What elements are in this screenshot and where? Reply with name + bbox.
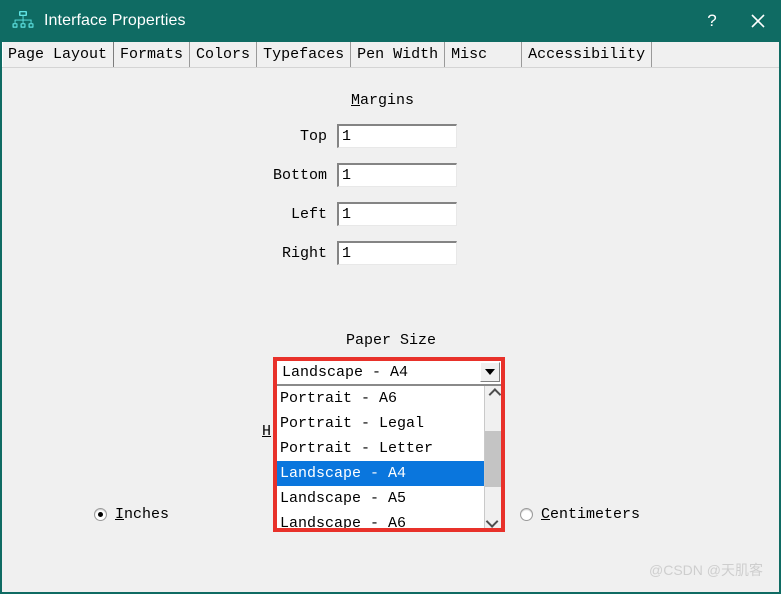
margin-left-input[interactable] <box>337 202 457 226</box>
paper-size-combo-wrap: Landscape - A4 <box>275 359 503 385</box>
obscured-height-label: H <box>262 423 271 440</box>
paper-size-combobox[interactable]: Landscape - A4 <box>275 359 503 385</box>
radio-inches-indicator[interactable] <box>94 508 107 521</box>
margins-group-title: Margins <box>351 92 414 109</box>
margin-row-top: Top <box>247 124 457 148</box>
margin-right-input[interactable] <box>337 241 457 265</box>
scroll-down-icon[interactable] <box>485 513 502 530</box>
margin-bottom-label: Bottom <box>272 166 327 184</box>
margin-right-label: Right <box>281 244 327 262</box>
close-button[interactable] <box>735 0 781 42</box>
interface-properties-window: Interface Properties ? Page Layout Forma… <box>0 0 781 594</box>
hierarchy-icon <box>12 11 34 28</box>
tab-accessibility[interactable]: Accessibility <box>522 42 653 67</box>
margin-row-right: Right <box>247 241 457 265</box>
margins-title-mnemonic: M <box>351 92 361 109</box>
margin-top-input[interactable] <box>337 124 457 148</box>
obscured-label-mnemonic: H <box>262 423 272 440</box>
screenshot-root: Interface Properties ? Page Layout Forma… <box>0 0 781 594</box>
unit-radio-inches[interactable]: Inches <box>94 506 169 523</box>
window-title: Interface Properties <box>44 12 186 29</box>
radio-centimeters-label: Centimeters <box>541 506 641 523</box>
tab-typefaces[interactable]: Typefaces <box>257 42 352 67</box>
tab-page-layout[interactable]: Page Layout <box>2 42 115 67</box>
dropdown-scrollbar[interactable] <box>484 386 502 530</box>
dropdown-option-landscape-a5[interactable]: Landscape - A5 <box>276 486 484 511</box>
margin-left-label: Left <box>290 205 327 223</box>
tab-pen-width[interactable]: Pen Width <box>351 42 446 67</box>
dropdown-option-landscape-a6[interactable]: Landscape - A6 <box>276 511 484 530</box>
margin-top-label: Top <box>299 127 327 145</box>
paper-size-selected-value: Landscape - A4 <box>282 363 409 381</box>
help-button[interactable]: ? <box>689 0 735 42</box>
scrollbar-track[interactable] <box>485 403 502 513</box>
margin-row-left: Left <box>247 202 457 226</box>
watermark: @CSDN @天肌客 <box>649 562 763 578</box>
scroll-up-icon[interactable] <box>485 386 502 403</box>
scrollbar-thumb[interactable] <box>485 431 502 487</box>
title-bar: Interface Properties ? <box>0 0 781 42</box>
tab-strip-filler <box>652 42 779 67</box>
paper-size-group-title: Paper Size <box>346 332 437 349</box>
dropdown-option-portrait-legal[interactable]: Portrait - Legal <box>276 411 484 436</box>
tab-misc[interactable]: Misc <box>445 42 523 67</box>
dropdown-option-landscape-a4[interactable]: Landscape - A4 <box>276 461 484 486</box>
chevron-down-icon[interactable] <box>480 362 500 382</box>
margins-title-rest: argins <box>360 92 415 109</box>
page-layout-panel: Margins Top Bottom Left Right Pap <box>2 68 779 592</box>
tab-formats[interactable]: Formats <box>114 42 191 67</box>
paper-size-dropdown-list[interactable]: Portrait - A6 Portrait - Legal Portrait … <box>275 385 503 531</box>
close-icon <box>751 14 765 28</box>
unit-radio-centimeters[interactable]: Centimeters <box>520 506 640 523</box>
radio-inches-label: Inches <box>115 506 170 523</box>
radio-centimeters-indicator[interactable] <box>520 508 533 521</box>
dropdown-option-portrait-a6[interactable]: Portrait - A6 <box>276 386 484 411</box>
margin-row-bottom: Bottom <box>247 163 457 187</box>
tab-colors[interactable]: Colors <box>190 42 258 67</box>
dropdown-option-portrait-letter[interactable]: Portrait - Letter <box>276 436 484 461</box>
dropdown-items: Portrait - A6 Portrait - Legal Portrait … <box>276 386 484 530</box>
tab-strip: Page Layout Formats Colors Typefaces Pen… <box>2 42 779 68</box>
margin-bottom-input[interactable] <box>337 163 457 187</box>
